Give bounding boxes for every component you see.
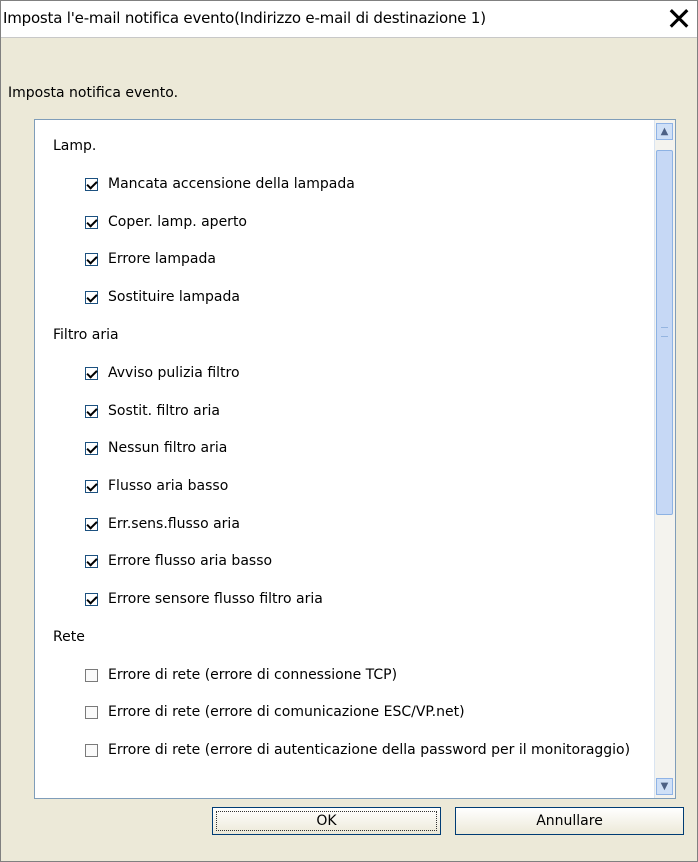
checkbox-label: Nessun filtro aria (108, 440, 228, 456)
checkbox-row[interactable]: Sostituire lampada (85, 285, 240, 309)
checkbox-row[interactable]: Sostit. filtro aria (85, 399, 220, 423)
dialog-window: Imposta l'e-mail notifica evento(Indiriz… (0, 0, 698, 862)
checkbox-checked-icon[interactable] (85, 177, 98, 191)
scroll-grip-icon (661, 327, 668, 337)
vertical-scrollbar[interactable]: ▲ ▼ (654, 120, 675, 798)
checkbox-checked-icon[interactable] (85, 554, 98, 568)
checkbox-row[interactable]: Errore di rete (errore di comunicazione … (85, 700, 465, 724)
checkbox-label: Sostit. filtro aria (108, 403, 220, 419)
checkbox-row[interactable]: Err.sens.flusso aria (85, 512, 240, 536)
checkbox-checked-icon[interactable] (85, 479, 98, 493)
cancel-button[interactable]: Annullare (455, 807, 684, 835)
checkbox-row[interactable]: Mancata accensione della lampada (85, 172, 355, 196)
checkbox-label: Errore lampada (108, 251, 216, 267)
chevron-up-icon[interactable]: ▲ (656, 123, 673, 140)
checkbox-label: Errore flusso aria basso (108, 553, 273, 569)
ok-button[interactable]: OK (212, 807, 441, 835)
checkbox-checked-icon[interactable] (85, 290, 98, 304)
checkbox-row[interactable]: Errore flusso aria basso (85, 549, 272, 573)
dialog-subtitle: Imposta notifica evento. (8, 85, 179, 101)
checkbox-checked-icon[interactable] (85, 366, 98, 380)
checkbox-label: Errore di rete (errore di comunicazione … (108, 704, 465, 720)
checkbox-checked-icon[interactable] (85, 517, 98, 531)
button-bar: OK Annullare (1, 807, 697, 847)
group-header: Filtro aria (53, 326, 119, 343)
focus-rectangle (216, 811, 437, 831)
checkbox-label: Sostituire lampada (108, 289, 240, 305)
event-list[interactable]: Lamp. Mancata accensione della lampada Cop… (34, 119, 676, 799)
checkbox-label: Err.sens.flusso aria (108, 516, 240, 532)
checkbox-row[interactable]: Coper. lamp. aperto (85, 210, 247, 234)
checkbox-row[interactable]: Nessun filtro aria (85, 436, 227, 460)
checkbox-row[interactable]: Avviso pulizia filtro (85, 361, 240, 385)
checkbox-checked-icon[interactable] (85, 252, 98, 266)
checkbox-unchecked-icon[interactable] (85, 705, 98, 719)
title-bar: Imposta l'e-mail notifica evento(Indiriz… (1, 1, 697, 38)
checkbox-row[interactable]: Flusso aria basso (85, 474, 228, 498)
checkbox-row[interactable]: Errore lampada (85, 247, 216, 271)
checkbox-unchecked-icon[interactable] (85, 668, 98, 682)
checkbox-label: Flusso aria basso (108, 478, 229, 494)
checkbox-row[interactable]: Errore sensore flusso filtro aria (85, 587, 323, 611)
checkbox-row[interactable]: Errore di rete (errore di autenticazione… (85, 738, 630, 762)
checkbox-row[interactable]: Errore di rete (errore di connessione TC… (85, 663, 397, 687)
close-icon[interactable]: ✕ (661, 1, 697, 37)
group-header: Lamp. (53, 138, 97, 154)
checkbox-label: Avviso pulizia filtro (108, 365, 240, 381)
checkbox-label: Mancata accensione della lampada (108, 176, 355, 192)
checkbox-checked-icon[interactable] (85, 592, 98, 606)
checkbox-label: Coper. lamp. aperto (108, 214, 247, 230)
checkbox-label: Errore di rete (errore di connessione TC… (108, 667, 398, 683)
checkbox-label: Errore sensore flusso filtro aria (108, 591, 323, 607)
checkbox-checked-icon[interactable] (85, 404, 98, 418)
chevron-down-icon[interactable]: ▼ (656, 778, 673, 795)
group-header: Rete (53, 628, 85, 645)
checkbox-unchecked-icon[interactable] (85, 743, 98, 757)
checkbox-label: Errore di rete (errore di autenticazione… (108, 742, 631, 758)
scroll-thumb[interactable] (656, 150, 673, 515)
checkbox-checked-icon[interactable] (85, 215, 98, 229)
checkbox-checked-icon[interactable] (85, 441, 98, 455)
window-title: Imposta l'e-mail notifica evento(Indiriz… (3, 9, 486, 27)
cancel-button-label: Annullare (536, 813, 603, 829)
